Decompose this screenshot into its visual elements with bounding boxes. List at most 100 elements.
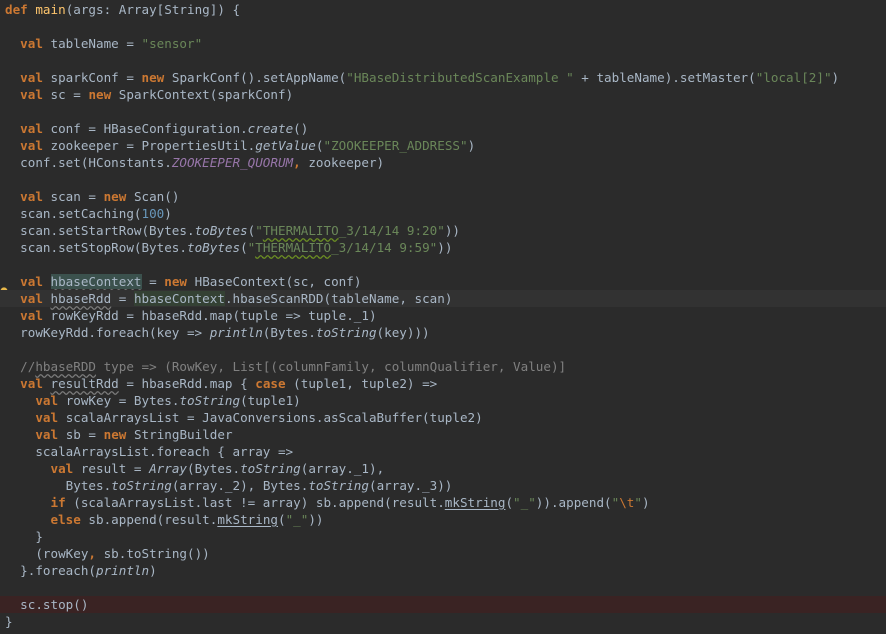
code-token: val	[20, 36, 51, 51]
code-token: )	[831, 70, 840, 85]
code-line[interactable]: val hbaseContext = new HBaseContext(sc, …	[0, 273, 886, 290]
code-line[interactable]	[0, 579, 886, 596]
code-token: sc.stop()	[5, 597, 89, 612]
code-line[interactable]: }.foreach(println)	[0, 562, 886, 579]
code-line[interactable]: //hbaseRDD type => (RowKey, List[(column…	[0, 358, 886, 375]
code-token: val	[20, 291, 51, 306]
code-line-text: scalaArraysList.foreach { array =>	[5, 443, 293, 460]
code-token: 100	[141, 206, 165, 221]
code-line[interactable]: val resultRdd = hbaseRdd.map { case (tup…	[0, 375, 886, 392]
code-token: ZOOKEEPER_QUORUM	[171, 155, 294, 170]
code-line[interactable]: }	[0, 613, 886, 630]
code-line-text: val sparkConf = new SparkConf().setAppNa…	[5, 69, 839, 86]
code-token: )	[149, 563, 157, 578]
code-token: rowKey = Bytes.	[65, 393, 180, 408]
code-line-text: def main(args: Array[String]) {	[5, 1, 240, 18]
code-token: toString	[240, 461, 301, 476]
code-line[interactable]: val rowKey = Bytes.toString(tuple1)	[0, 392, 886, 409]
code-token: tableName =	[50, 36, 142, 51]
code-line[interactable]: }	[0, 528, 886, 545]
code-line-text: Bytes.toString(array._2), Bytes.toString…	[5, 477, 453, 494]
code-token: val	[20, 121, 51, 136]
code-token: (array._2), Bytes.	[171, 478, 309, 493]
code-token: scan.setStartRow(Bytes.	[5, 223, 195, 238]
code-token: (Bytes.	[262, 325, 316, 340]
code-line[interactable]: scan.setStartRow(Bytes.toBytes("THERMALI…	[0, 222, 886, 239]
code-token: (scalaArraysList.last != array) sb.appen…	[73, 495, 445, 510]
code-line[interactable]: Bytes.toString(array._2), Bytes.toString…	[0, 477, 886, 494]
code-token: _3/14/14 9:59"	[331, 240, 438, 255]
code-line[interactable]: val scalaArraysList = JavaConversions.as…	[0, 409, 886, 426]
code-token: main	[35, 2, 66, 17]
code-token: (array._1),	[300, 461, 385, 476]
code-line[interactable]	[0, 171, 886, 188]
code-token: =	[111, 291, 134, 306]
code-line-text: scan.setCaching(100)	[5, 205, 172, 222]
code-line[interactable]: val scan = new Scan()	[0, 188, 886, 205]
code-line[interactable]: val sb = new StringBuilder	[0, 426, 886, 443]
code-line[interactable]	[0, 341, 886, 358]
code-token: new	[141, 70, 172, 85]
code-line[interactable]: (rowKey, sb.toString())	[0, 545, 886, 562]
code-line-text: val result = Array(Bytes.toString(array.…	[5, 460, 385, 477]
code-line[interactable]: val sc = new SparkContext(sparkConf)	[0, 86, 886, 103]
code-line-text: val hbaseRdd = hbaseContext.hbaseScanRDD…	[5, 290, 452, 307]
code-line[interactable]: rowKeyRdd.foreach(key => println(Bytes.t…	[0, 324, 886, 341]
code-line[interactable]: val rowKeyRdd = hbaseRdd.map(tuple => tu…	[0, 307, 886, 324]
code-token: println	[96, 563, 150, 578]
code-line[interactable]: scan.setCaching(100)	[0, 205, 886, 222]
code-line-text: scan.setStopRow(Bytes.toBytes("THERMALIT…	[5, 239, 452, 256]
code-line[interactable]	[0, 52, 886, 69]
code-line-text: val zookeeper = PropertiesUtil.getValue(…	[5, 137, 475, 154]
code-token: }	[5, 529, 43, 544]
code-token: mkString	[217, 512, 278, 527]
code-line[interactable]: val zookeeper = PropertiesUtil.getValue(…	[0, 137, 886, 154]
code-editor[interactable]: def main(args: Array[String]) { val tabl…	[0, 0, 886, 634]
code-token: "_"	[285, 512, 309, 527]
code-line-text: scan.setStartRow(Bytes.toBytes("THERMALI…	[5, 222, 460, 239]
code-token: scan.setCaching(	[5, 206, 142, 221]
code-token: val	[20, 376, 51, 391]
code-token: val	[20, 138, 51, 153]
code-token: THERMALITO	[262, 223, 339, 238]
code-token: "sensor"	[141, 36, 203, 51]
code-token: sb.toString())	[103, 546, 210, 561]
code-line[interactable]	[0, 103, 886, 120]
code-line[interactable]: else sb.append(result.mkString("_"))	[0, 511, 886, 528]
code-line-text: val tableName = "sensor"	[5, 35, 202, 52]
code-token: )	[164, 206, 172, 221]
code-line[interactable]: val tableName = "sensor"	[0, 35, 886, 52]
code-token: Bytes.	[5, 478, 112, 493]
code-token: }.foreach(	[5, 563, 96, 578]
code-token: "_"	[513, 495, 536, 510]
code-line[interactable]: val hbaseRdd = hbaseContext.hbaseScanRDD…	[0, 290, 886, 307]
code-line[interactable]: val conf = HBaseConfiguration.create()	[0, 120, 886, 137]
code-line[interactable]	[0, 256, 886, 273]
code-token: result =	[80, 461, 150, 476]
code-token: toString	[308, 478, 369, 493]
code-token: conf = HBaseConfiguration.	[50, 121, 248, 136]
code-line[interactable]: sc.stop()	[0, 596, 886, 613]
code-token: new	[103, 189, 134, 204]
code-token: toBytes	[186, 240, 241, 255]
code-line[interactable]: scalaArraysList.foreach { array =>	[0, 443, 886, 460]
code-line[interactable]: def main(args: Array[String]) {	[0, 1, 886, 18]
code-line-text: rowKeyRdd.foreach(key => println(Bytes.t…	[5, 324, 429, 341]
code-line[interactable]: conf.set(HConstants.ZOOKEEPER_QUORUM, zo…	[0, 154, 886, 171]
code-line-text: val resultRdd = hbaseRdd.map { case (tup…	[5, 375, 437, 392]
code-line[interactable]: val result = Array(Bytes.toString(array.…	[0, 460, 886, 477]
code-token: def	[5, 2, 36, 17]
code-token: else	[50, 512, 89, 527]
code-line[interactable]: val sparkConf = new SparkConf().setAppNa…	[0, 69, 886, 86]
code-line-text: conf.set(HConstants.ZOOKEEPER_QUORUM, zo…	[5, 154, 384, 171]
code-line[interactable]: if (scalaArraysList.last != array) sb.ap…	[0, 494, 886, 511]
code-token: rowKeyRdd = hbaseRdd.map(tuple => tuple.…	[50, 308, 377, 323]
code-line[interactable]	[0, 18, 886, 35]
code-line[interactable]: scan.setStopRow(Bytes.toBytes("THERMALIT…	[0, 239, 886, 256]
code-token: val	[20, 87, 51, 102]
